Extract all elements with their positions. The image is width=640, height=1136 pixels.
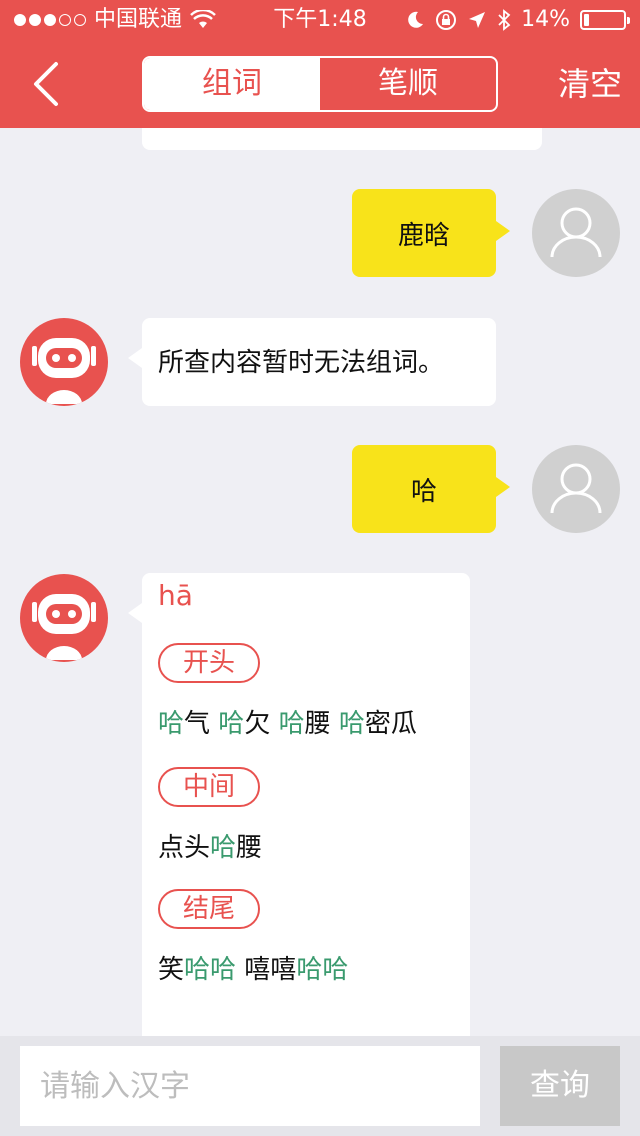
words-end: 笑哈哈 嘻嘻哈哈: [158, 949, 348, 986]
word-item[interactable]: 点头哈腰: [158, 833, 262, 863]
highlighted-char: 哈: [158, 709, 185, 739]
user-avatar: [532, 445, 620, 533]
battery-icon: [580, 10, 630, 30]
section-tag-end: 结尾: [158, 889, 260, 929]
tab-stroke-order[interactable]: 笔顺: [320, 58, 496, 110]
robot-icon: [32, 338, 96, 404]
word-part: 气: [184, 709, 211, 739]
word-part: 密瓜: [364, 709, 417, 739]
tab-compose-words[interactable]: 组词: [144, 58, 320, 110]
section-tag-start: 开头: [158, 643, 260, 683]
highlighted-char: 哈哈: [184, 955, 237, 985]
word-part: 嘻嘻: [244, 955, 297, 985]
robot-icon: [32, 594, 96, 660]
input-bar: 查询: [0, 1036, 640, 1136]
word-part: 欠: [244, 709, 271, 739]
words-start: 哈气 哈欠 哈腰 哈密瓜: [158, 703, 417, 740]
bluetooth-icon: [498, 9, 511, 31]
bot-message-text: 所查内容暂时无法组词。: [158, 348, 445, 378]
top-bar: 中国联通 下午1:48 14% 组词 笔顺 清空: [0, 0, 640, 128]
clear-button[interactable]: 清空: [558, 64, 622, 104]
word-part: 腰: [304, 709, 331, 739]
pinyin-label: hā: [158, 579, 193, 612]
words-middle: 点头哈腰: [158, 827, 262, 864]
user-message-bubble: 哈: [352, 445, 510, 533]
word-part: 腰: [236, 833, 263, 863]
bot-message-bubble: 所查内容暂时无法组词。: [128, 318, 496, 406]
word-item[interactable]: 哈气: [158, 709, 210, 739]
chat-area[interactable]: 鹿晗 所查内容暂时无法组词。 哈 hā 开头 哈气 哈欠 哈腰 哈密瓜 中间 点…: [0, 128, 640, 1036]
word-item[interactable]: 哈欠: [218, 709, 270, 739]
word-item[interactable]: 哈密瓜: [339, 709, 417, 739]
highlighted-char: 哈: [218, 709, 245, 739]
location-icon: [469, 12, 486, 28]
highlighted-char: 哈: [338, 709, 365, 739]
section-tag-middle: 中间: [158, 767, 260, 807]
highlighted-char: 哈: [210, 833, 237, 863]
user-avatar: [532, 189, 620, 277]
hanzi-input[interactable]: [20, 1046, 480, 1126]
word-result-card: hā 开头 哈气 哈欠 哈腰 哈密瓜 中间 点头哈腰 结尾 笑哈哈 嘻嘻哈哈: [128, 573, 470, 1036]
nav-bar: 组词 笔顺 清空: [0, 40, 640, 128]
back-chevron-icon[interactable]: [28, 60, 68, 108]
highlighted-char: 哈: [278, 709, 305, 739]
word-part: 笑: [158, 955, 185, 985]
bot-avatar: [20, 318, 108, 406]
rotation-lock-icon: [436, 10, 457, 30]
query-button[interactable]: 查询: [500, 1046, 620, 1126]
user-silhouette-icon: [550, 463, 602, 514]
moon-icon: [408, 11, 424, 28]
word-part: 点头: [158, 833, 211, 863]
user-message-bubble: 鹿晗: [352, 189, 510, 277]
user-message-text: 鹿晗: [397, 220, 450, 251]
segmented-control: 组词 笔顺: [142, 56, 498, 112]
previous-message-bubble: [142, 128, 542, 150]
bot-avatar: [20, 574, 108, 662]
user-message-text: 哈: [410, 476, 437, 507]
word-item[interactable]: 笑哈哈: [158, 955, 236, 985]
battery-percent: 14%: [521, 7, 570, 32]
word-item[interactable]: 嘻嘻哈哈: [244, 955, 348, 985]
user-silhouette-icon: [550, 207, 602, 258]
word-item[interactable]: 哈腰: [279, 709, 331, 739]
status-bar: 中国联通 下午1:48 14%: [0, 0, 640, 40]
highlighted-char: 哈哈: [296, 955, 349, 985]
